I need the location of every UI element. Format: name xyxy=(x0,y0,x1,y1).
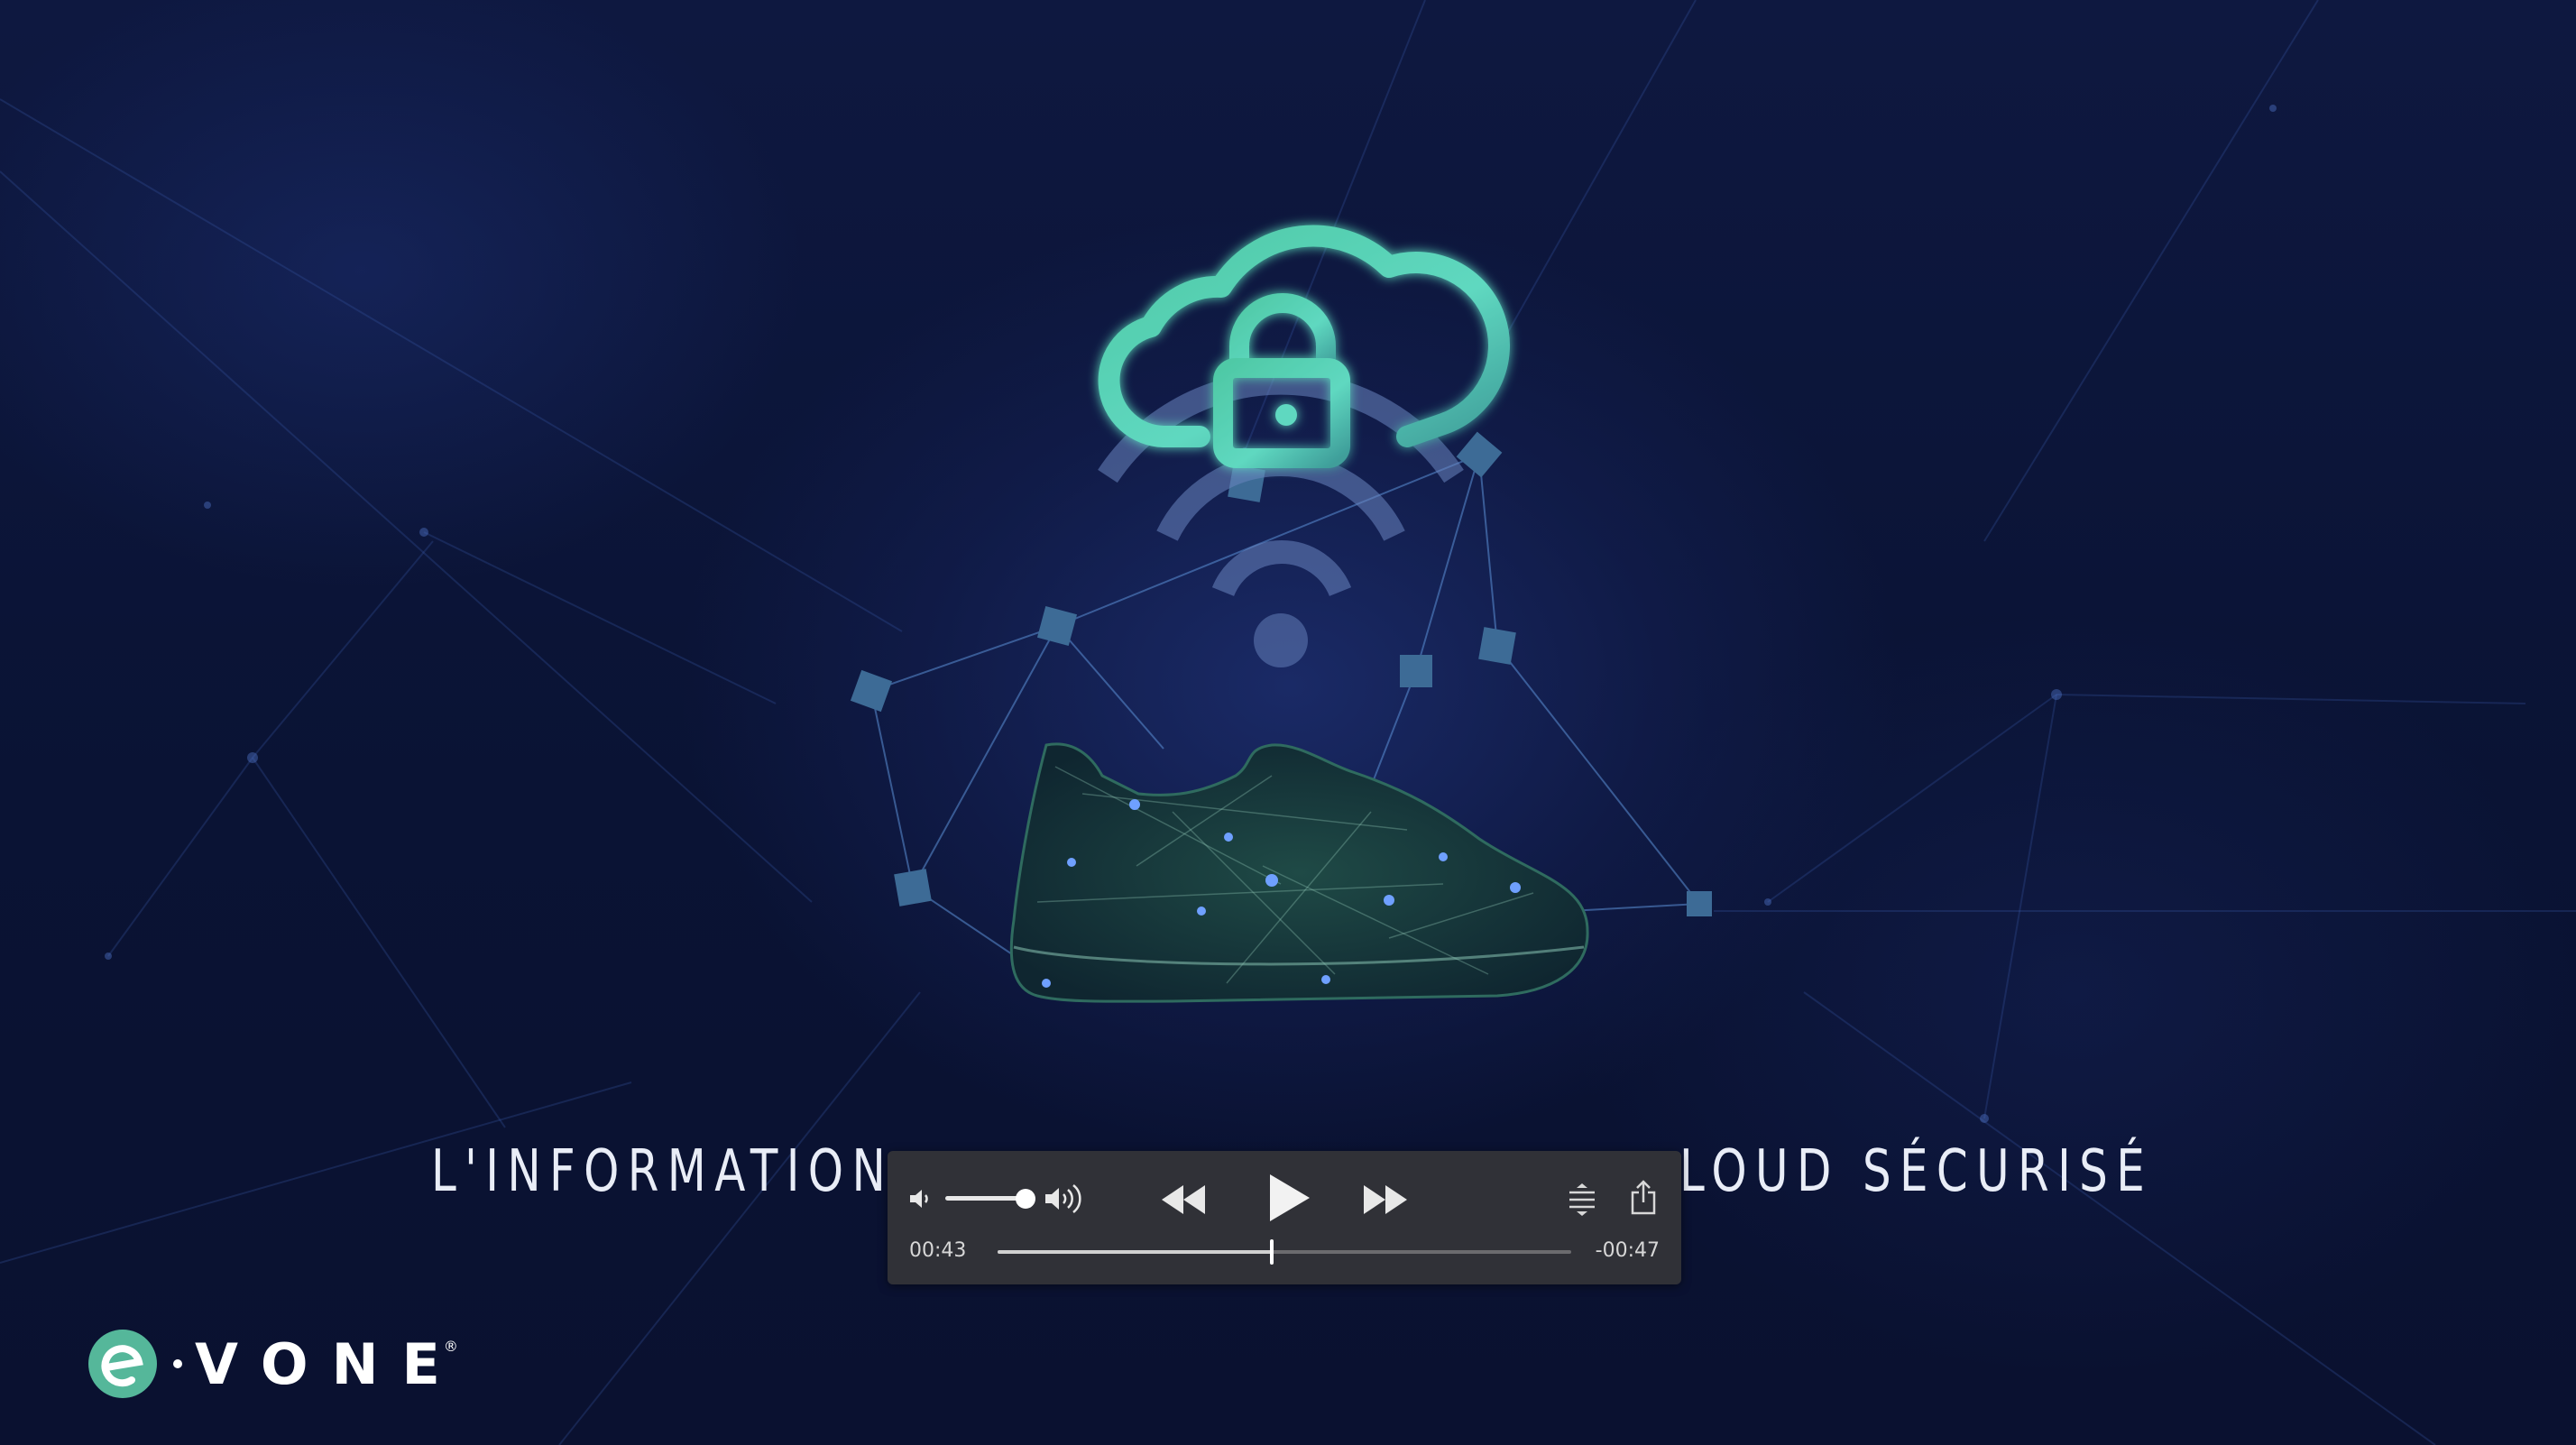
caption-text-right: LOUD SÉCURISÉ xyxy=(1679,1138,2154,1205)
play-icon xyxy=(1270,1174,1310,1221)
logo-wordmark: VONE xyxy=(195,1330,464,1397)
speaker-low-icon[interactable] xyxy=(907,1185,934,1212)
rewind-button[interactable] xyxy=(1158,1182,1209,1218)
playhead[interactable] xyxy=(1270,1239,1274,1265)
remaining-time: -00:47 xyxy=(1595,1239,1660,1262)
share-button[interactable] xyxy=(1629,1178,1658,1216)
evone-e-logo-icon xyxy=(88,1330,157,1398)
speaker-high-icon[interactable] xyxy=(1043,1182,1084,1216)
progress-bar[interactable] xyxy=(998,1239,1571,1265)
evone-logo: VONE ® xyxy=(87,1326,458,1402)
playback-speed-icon xyxy=(1569,1183,1595,1216)
elapsed-time: 00:43 xyxy=(909,1239,967,1262)
logo-separator-dot xyxy=(173,1359,182,1368)
caption-text-left: L'INFORMATION xyxy=(431,1138,895,1205)
share-icon xyxy=(1631,1180,1656,1215)
rewind-icon xyxy=(1162,1185,1205,1214)
registered-mark: ® xyxy=(443,1337,458,1355)
sneaker-illustration xyxy=(1009,742,1589,1003)
volume-slider-thumb[interactable] xyxy=(1016,1189,1035,1209)
volume-slider[interactable] xyxy=(945,1196,1025,1201)
playback-speed-button[interactable] xyxy=(1566,1183,1598,1216)
fast-forward-icon xyxy=(1364,1185,1407,1214)
video-frame[interactable]: L'INFORMATION LOUD SÉCURISÉ 00:43 -00:47… xyxy=(0,0,2576,1445)
progress-fill xyxy=(998,1250,1272,1254)
video-player-controls: 00:43 -00:47 xyxy=(888,1151,1681,1284)
fast-forward-button[interactable] xyxy=(1360,1182,1411,1218)
play-button[interactable] xyxy=(1263,1171,1313,1225)
